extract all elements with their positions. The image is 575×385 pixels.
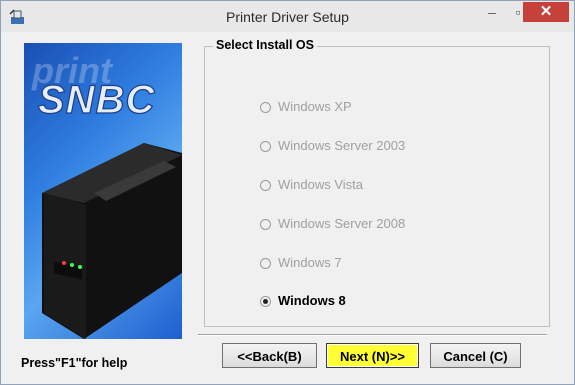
setup-window: Printer Driver Setup – ▫ ✕ print SNBC Se… <box>0 0 575 385</box>
install-os-group: Select Install OS Windows XP Windows Ser… <box>204 38 550 327</box>
radio-button[interactable] <box>260 180 271 191</box>
printer-banner-image: print SNBC <box>24 43 182 339</box>
next-button[interactable]: Next (N)>> <box>326 343 419 368</box>
close-button[interactable]: ✕ <box>523 2 569 22</box>
cancel-button[interactable]: Cancel (C) <box>430 343 521 368</box>
title-bar[interactable]: Printer Driver Setup – ▫ ✕ <box>1 1 574 32</box>
minimize-button[interactable]: – <box>479 2 505 22</box>
help-hint: Press"F1"for help <box>21 356 128 370</box>
radio-button-selected[interactable] <box>260 296 271 307</box>
option-label: Windows Server 2008 <box>278 216 406 231</box>
group-title: Select Install OS <box>213 38 317 52</box>
option-label: Windows Vista <box>278 177 364 192</box>
brand-logo: SNBC <box>38 78 155 122</box>
close-icon: ✕ <box>539 3 553 20</box>
option-label: Windows 7 <box>278 255 342 270</box>
radio-button[interactable] <box>260 102 271 113</box>
back-button[interactable]: <<Back(B) <box>222 343 317 368</box>
radio-button[interactable] <box>260 141 271 152</box>
option-label: Windows Server 2003 <box>278 138 406 153</box>
separator <box>198 334 547 336</box>
radio-button[interactable] <box>260 258 271 269</box>
option-label: Windows XP <box>278 99 352 114</box>
printer-illustration: print SNBC <box>31 50 182 339</box>
radio-button[interactable] <box>260 219 271 230</box>
option-label: Windows 8 <box>278 293 346 308</box>
